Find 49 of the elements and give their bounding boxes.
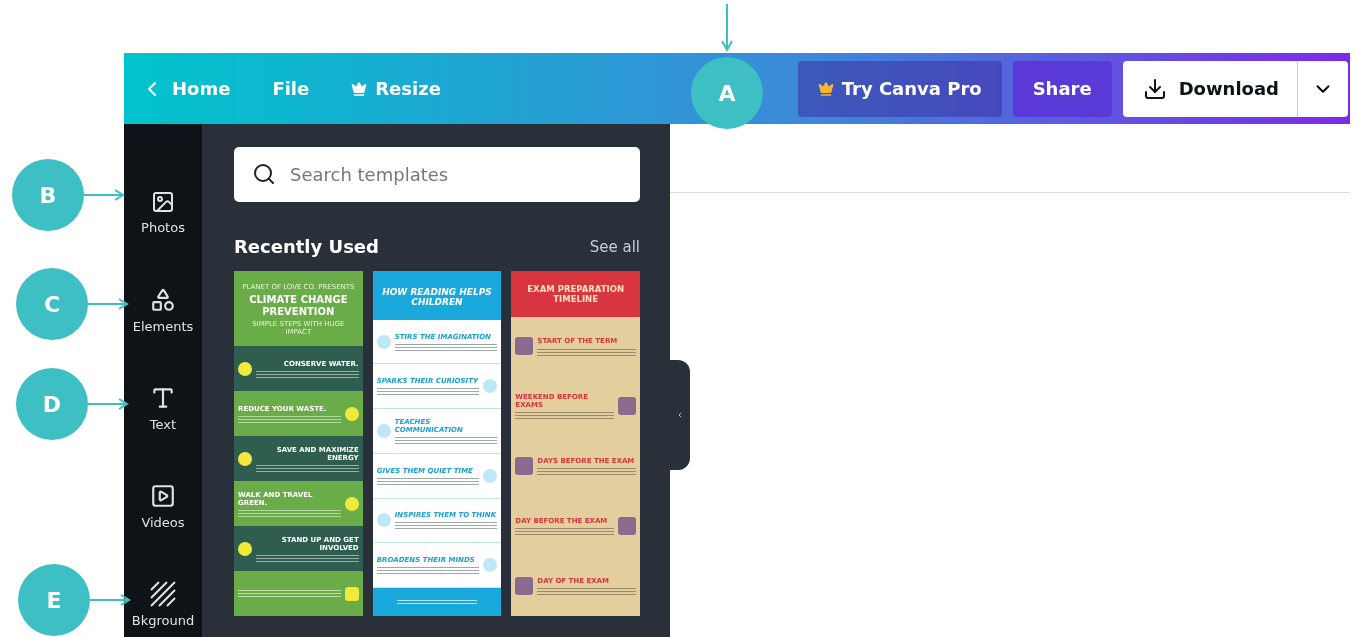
play-icon <box>150 483 176 510</box>
template-title: EXAM PREPARATION TIMELINE <box>526 285 626 305</box>
sidebar-item[interactable]: Videos <box>124 474 202 539</box>
section-illustration <box>618 517 636 536</box>
section-illustration <box>483 558 498 573</box>
sidebar-item[interactable]: Photos <box>124 180 202 245</box>
section-illustration <box>515 577 534 596</box>
callout-arrow <box>88 398 128 410</box>
image-icon <box>151 189 175 214</box>
diagonal-lines-icon <box>150 581 176 608</box>
shapes-icon <box>150 286 176 313</box>
callout-badge: E <box>18 564 90 636</box>
section-illustration <box>515 457 534 476</box>
section-illustration <box>483 379 498 394</box>
section-illustration <box>483 468 498 483</box>
collapse-handle[interactable] <box>670 360 690 470</box>
section-illustration <box>238 361 252 376</box>
sidebar-item[interactable]: Elements <box>124 278 202 343</box>
section-illustration <box>238 541 252 556</box>
section-illustration <box>376 334 391 349</box>
crown-icon <box>817 80 834 97</box>
section-illustration <box>376 513 391 528</box>
template-title: HOW READING HELPS CHILDREN <box>381 287 493 308</box>
callout-arrow <box>84 189 124 201</box>
section-illustration <box>515 337 534 356</box>
callout-arrow <box>721 4 733 51</box>
see-all-link[interactable]: See all <box>589 237 640 256</box>
section-illustration <box>344 496 359 511</box>
section-illustration <box>618 397 636 416</box>
callout-arrow <box>90 594 130 606</box>
section-illustration <box>376 424 391 438</box>
template-title: CLIMATE CHANGE PREVENTION <box>248 294 349 318</box>
share-button[interactable]: Share <box>1012 60 1112 117</box>
download-icon <box>1142 76 1167 101</box>
sidebar-item[interactable]: Bkground <box>124 572 202 637</box>
text-icon <box>150 385 176 411</box>
callout-badge: C <box>16 268 88 340</box>
crown-icon <box>351 80 368 97</box>
section-illustration <box>344 586 359 601</box>
sidebar-item[interactable]: Text <box>124 376 202 441</box>
pro-button[interactable]: Try Canva Pro <box>797 60 1002 117</box>
section-illustration <box>344 406 359 421</box>
section-title: Recently Used <box>234 236 379 257</box>
callout-badge: B <box>12 159 84 231</box>
callout-badge: D <box>16 368 88 440</box>
search-icon <box>252 162 276 186</box>
callout-arrow <box>88 298 128 310</box>
section-illustration <box>238 451 252 466</box>
search-field[interactable]: Search templates <box>234 147 640 202</box>
